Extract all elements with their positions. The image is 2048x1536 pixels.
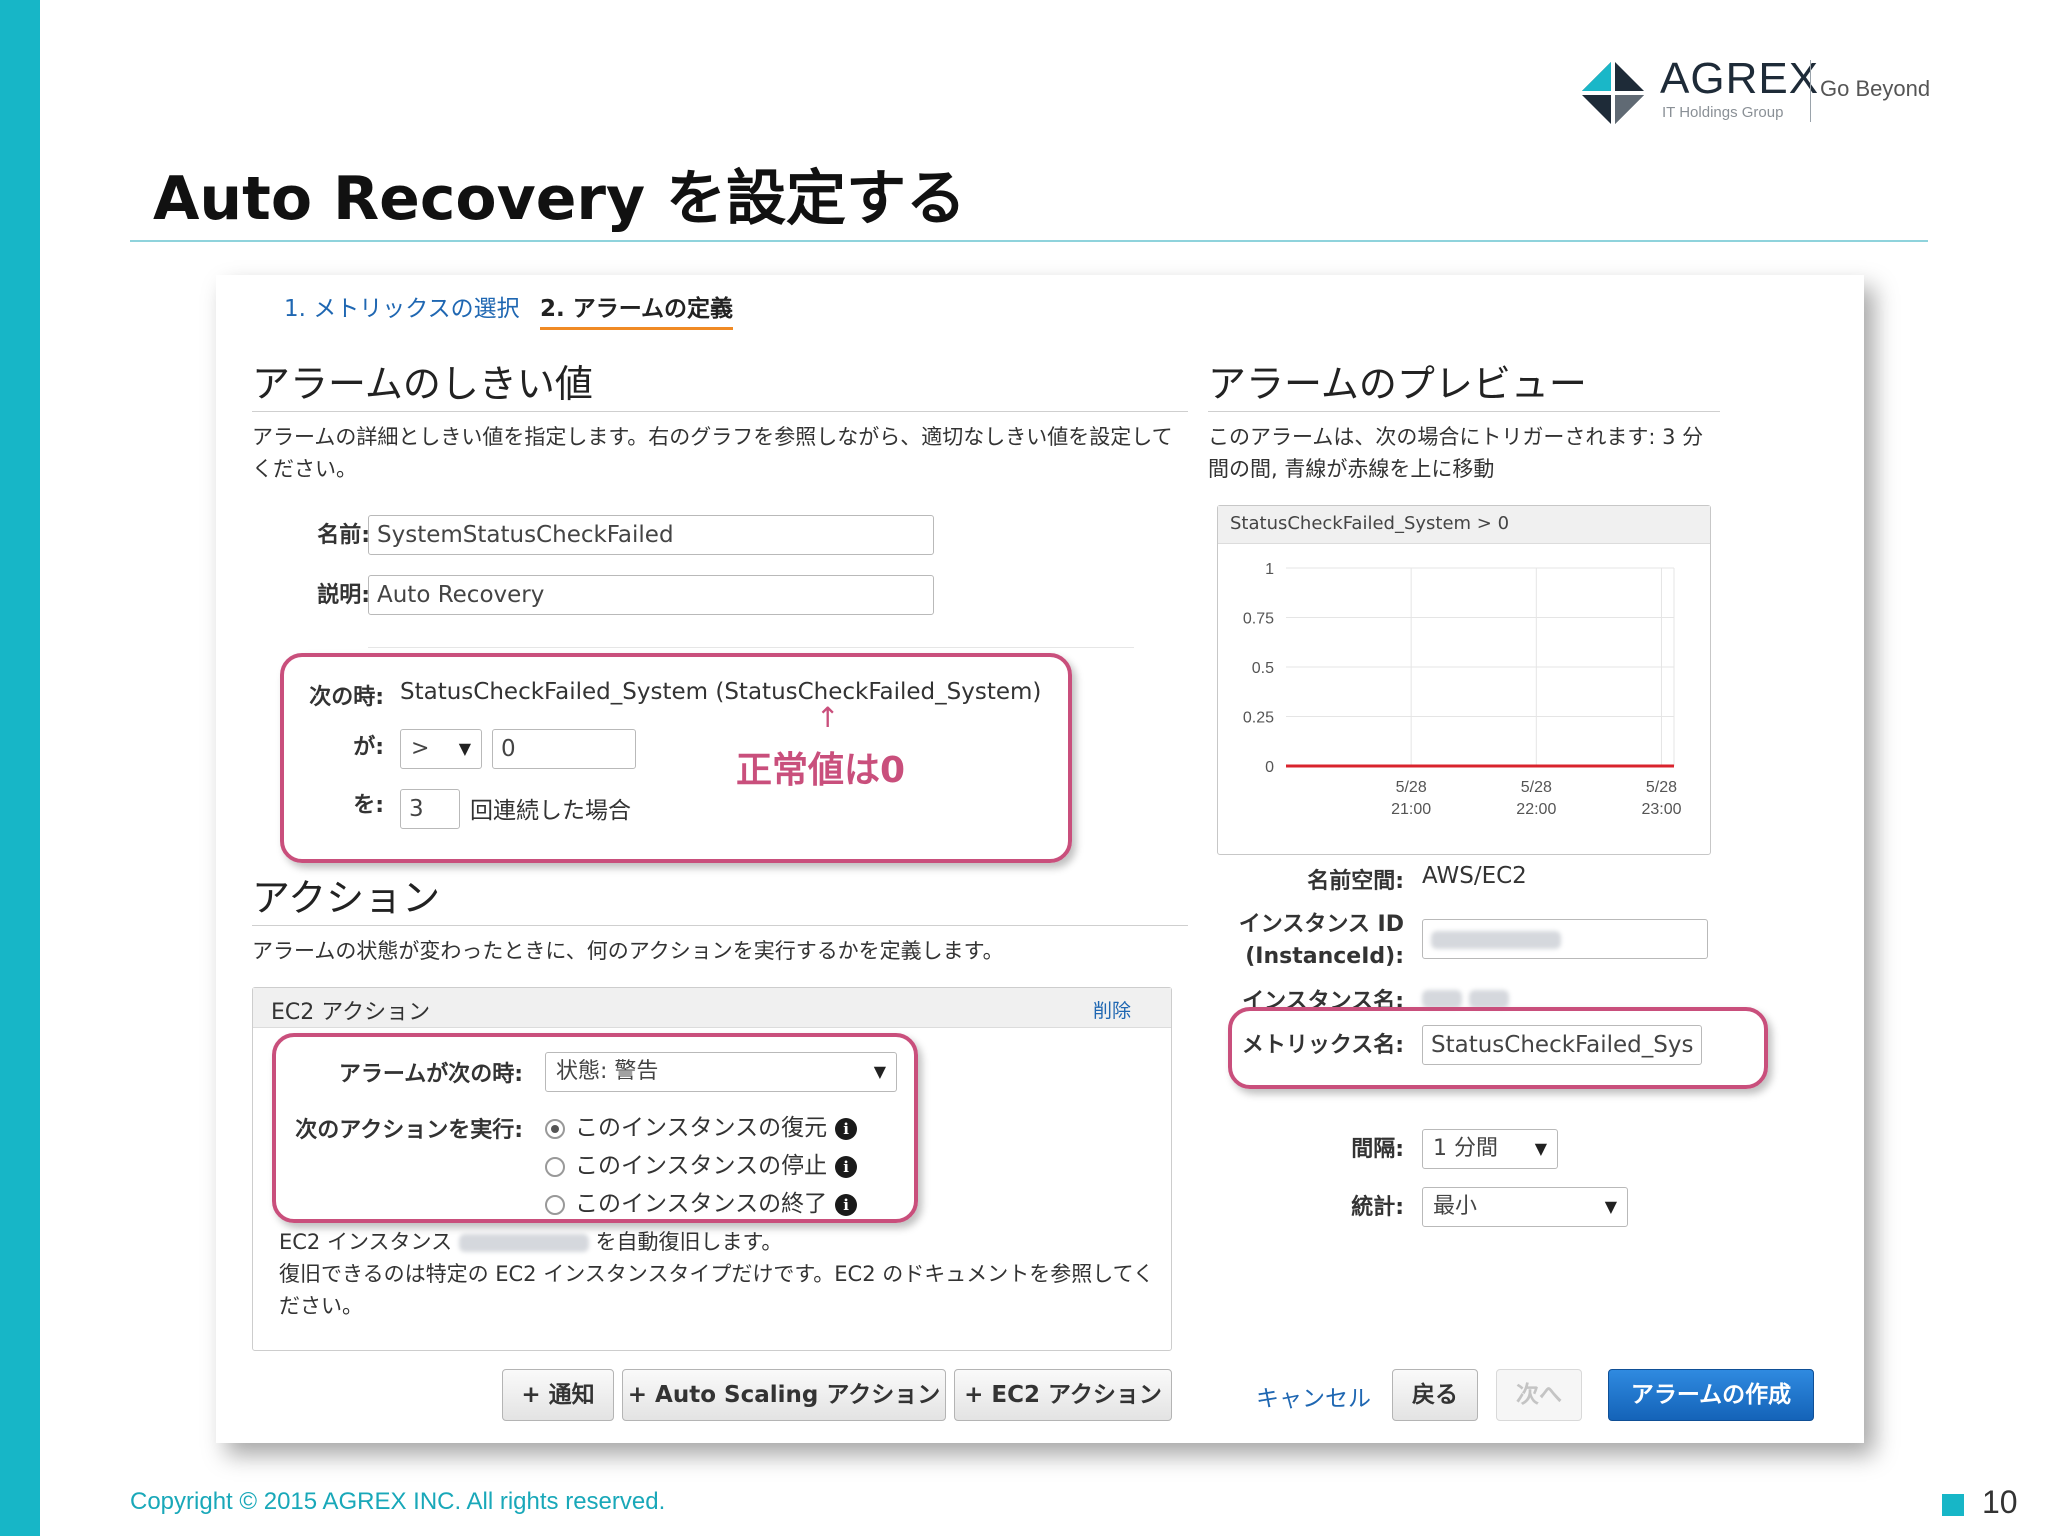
chevron-down-icon: ▼ (1534, 1139, 1547, 1158)
logo-group: IT Holdings Group (1662, 104, 1784, 121)
logo-tagline: Go Beyond (1820, 76, 1931, 101)
description-input[interactable]: Auto Recovery (368, 575, 934, 615)
threshold-rule (252, 411, 1188, 412)
preview-heading: アラームのプレビュー (1208, 362, 1587, 406)
metric-highlight-box (1228, 1007, 1768, 1089)
arrow-up-icon: ↑ (816, 701, 840, 734)
actions-description: アラームの状態が変わったときに、何のアクションを実行するかを定義します。 (252, 939, 1004, 963)
ec2-action-title: EC2 アクション (271, 1000, 431, 1025)
description-label: 説明: (317, 583, 370, 608)
name-label: 名前: (317, 523, 370, 548)
console-screenshot: 1. メトリックスの選択 2. アラームの定義 アラームのしきい値 アラームの詳… (216, 275, 1864, 1443)
name-input[interactable]: SystemStatusCheckFailed (368, 515, 934, 555)
chart-x-tick-label: 21:00 (1391, 801, 1431, 818)
period-label: 間隔: (1351, 1137, 1404, 1162)
redacted-instance-id (1431, 930, 1561, 949)
namespace-value: AWS/EC2 (1422, 863, 1527, 889)
statistic-label: 統計: (1351, 1195, 1404, 1220)
namespace-label: 名前空間: (1307, 869, 1404, 894)
chart-plot: 1 0.75 0.5 0.25 0 5/28 21:00 5/28 22:00 5/28 23:00 (1243, 561, 1682, 818)
threshold-heading: アラームのしきい値 (252, 362, 593, 406)
preview-rule (1208, 411, 1720, 412)
add-autoscaling-action-button[interactable]: + Auto Scaling アクション (622, 1369, 946, 1421)
add-notification-button[interactable]: + 通知 (502, 1369, 614, 1421)
chart-x-tick-label: 5/28 (1646, 779, 1677, 796)
add-ec2-action-button[interactable]: + EC2 アクション (954, 1369, 1172, 1421)
actions-heading: アクション (252, 876, 441, 920)
agrex-logo: AGREX IT Holdings Group Go Beyond (1578, 52, 1938, 132)
cancel-link[interactable]: キャンセル (1256, 1379, 1371, 1413)
instance-id-input[interactable] (1422, 919, 1708, 959)
slide-title: Auto Recovery を設定する (153, 164, 967, 234)
chart-y-tick-label: 0.25 (1243, 710, 1274, 727)
redacted-instance-name (1469, 989, 1510, 1008)
redacted-instance-name (1422, 989, 1462, 1008)
agrex-logo-icon (1580, 60, 1646, 126)
chart-y-tick-label: 0.5 (1252, 660, 1274, 677)
page-number: 10 (1982, 1484, 2018, 1520)
page-number-marker (1942, 1494, 1964, 1516)
chart-x-tick-label: 22:00 (1516, 801, 1556, 818)
recovery-note: EC2 インスタンス を自動復旧します。 復旧できるのは特定の EC2 インスタ… (279, 1230, 1154, 1318)
chart-title: StatusCheckFailed_System > 0 (1230, 513, 1510, 534)
chart-header: StatusCheckFailed_System > 0 (1218, 506, 1710, 544)
redacted-instance-id (458, 1234, 589, 1252)
statistic-select[interactable]: 最小 ▼ (1422, 1187, 1628, 1227)
normal-value-annotation: 正常値は0 (736, 750, 906, 791)
title-rule (130, 240, 1928, 242)
chart-y-tick-label: 0.75 (1243, 611, 1274, 628)
chart-x-tick-label: 5/28 (1396, 779, 1427, 796)
period-select[interactable]: 1 分間 ▼ (1422, 1129, 1558, 1169)
back-button[interactable]: 戻る (1392, 1369, 1478, 1421)
chart-x-tick-label: 5/28 (1521, 779, 1552, 796)
actions-rule (252, 925, 1188, 926)
chart-y-tick-label: 1 (1265, 561, 1274, 578)
chart-y-tick-label: 0 (1265, 759, 1274, 776)
chevron-down-icon: ▼ (1604, 1197, 1617, 1216)
action-highlight-box (272, 1033, 918, 1223)
create-alarm-button[interactable]: アラームの作成 (1608, 1369, 1814, 1421)
logo-name: AGREX (1660, 54, 1820, 103)
preview-description: このアラームは、次の場合にトリガーされます: 3 分 間の間, 青線が赤線を上に… (1208, 425, 1704, 481)
chart-x-tick-label: 23:00 (1641, 801, 1681, 818)
step-select-metric[interactable]: 1. メトリックスの選択 (284, 289, 520, 323)
step-define-alarm[interactable]: 2. アラームの定義 (540, 289, 734, 330)
logo-separator (1810, 60, 1811, 122)
instance-id-label: インスタンス ID (InstanceId): (1238, 912, 1404, 969)
threshold-description: アラームの詳細としきい値を指定します。右のグラフを参照しながら、適切なしきい値を… (252, 425, 1173, 481)
ec2-action-header: EC2 アクション 削除 (253, 988, 1171, 1028)
copyright: Copyright © 2015 AGREX INC. All rights r… (130, 1488, 666, 1515)
delete-action-link[interactable]: 削除 (1093, 996, 1131, 1023)
left-accent-bar (0, 0, 40, 1536)
form-divider (368, 647, 1134, 648)
next-button[interactable]: 次へ (1496, 1369, 1582, 1421)
alarm-preview-chart: StatusCheckFailed_System > 0 1 0.75 0.5 0.2… (1217, 505, 1711, 855)
condition-highlight-box (280, 653, 1072, 863)
